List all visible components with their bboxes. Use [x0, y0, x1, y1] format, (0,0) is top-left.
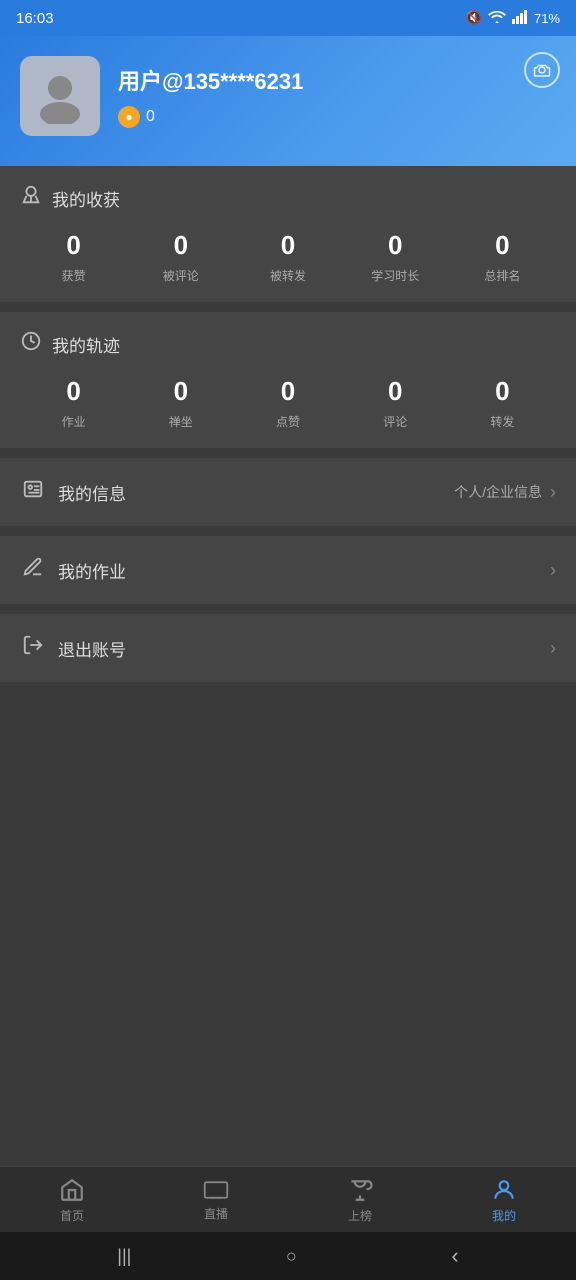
back-button[interactable]: ‹ — [451, 1243, 458, 1269]
chevron-right-icon: › — [550, 482, 556, 503]
camera-button[interactable] — [524, 52, 560, 88]
achievements-icon — [20, 184, 42, 212]
achievements-title: 我的收获 — [20, 184, 556, 212]
mine-icon-wrap — [491, 1177, 517, 1203]
stat-study-time: 0 学习时长 — [342, 230, 449, 284]
my-homework-left: 我的作业 — [20, 556, 126, 584]
stat-study-value: 0 — [388, 230, 402, 261]
status-icons: 🔇 71% — [466, 10, 560, 27]
stat-study-label: 学习时长 — [371, 267, 419, 284]
traj-meditation: 0 禅坐 — [127, 376, 234, 430]
stat-reposts-label: 被转发 — [270, 267, 306, 284]
traj-reposts: 0 转发 — [449, 376, 556, 430]
nav-home[interactable]: 首页 — [0, 1177, 144, 1224]
my-info-sublabel: 个人/企业信息 — [454, 482, 542, 502]
status-bar: 16:03 🔇 71% — [0, 0, 576, 36]
chevron-right-icon3: › — [550, 638, 556, 659]
rank-icon-wrap — [347, 1177, 373, 1203]
user-icon — [491, 1177, 517, 1203]
battery-text: 71% — [534, 11, 560, 26]
nav-live[interactable]: 直播 — [144, 1179, 288, 1222]
stat-reposts: 0 被转发 — [234, 230, 341, 284]
homework-icon — [20, 556, 46, 584]
live-icon-wrap — [203, 1179, 229, 1201]
stat-rank-label: 总排名 — [484, 267, 520, 284]
recent-apps-button[interactable]: ||| — [117, 1246, 131, 1267]
logout-section[interactable]: 退出账号 › — [0, 614, 576, 682]
trajectory-label: 我的轨迹 — [52, 332, 120, 357]
profile-username: 用户@135****6231 — [118, 64, 556, 96]
home-icon-wrap — [59, 1177, 85, 1203]
bottom-nav: 首页 直播 上榜 我的 — [0, 1166, 576, 1232]
stat-likes: 0 获赞 — [20, 230, 127, 284]
my-homework-right: › — [550, 560, 556, 581]
trophy-icon — [347, 1177, 373, 1203]
stat-comments-label: 被评论 — [163, 267, 199, 284]
profile-header: 用户@135****6231 ● 0 — [0, 36, 576, 166]
my-info-left: 我的信息 — [20, 478, 126, 506]
my-homework-row[interactable]: 我的作业 › — [0, 536, 576, 604]
profile-coins: ● 0 — [118, 106, 556, 128]
home-button[interactable]: ○ — [286, 1246, 297, 1267]
logout-label: 退出账号 — [58, 636, 126, 661]
traj-homework: 0 作业 — [20, 376, 127, 430]
achievements-stats: 0 获赞 0 被评论 0 被转发 0 学习时长 0 总排名 — [20, 230, 556, 284]
tv-icon — [203, 1179, 229, 1201]
my-homework-section[interactable]: 我的作业 › — [0, 536, 576, 604]
wifi-icon — [488, 10, 506, 27]
logout-row[interactable]: 退出账号 › — [0, 614, 576, 682]
stat-comments-value: 0 — [174, 230, 188, 261]
achievements-label: 我的收获 — [52, 186, 120, 211]
my-homework-label: 我的作业 — [58, 558, 126, 583]
trajectory-icon — [20, 330, 42, 358]
traj-comments: 0 评论 — [342, 376, 449, 430]
mute-icon: 🔇 — [466, 10, 482, 26]
nav-mine-label: 我的 — [492, 1207, 516, 1224]
traj-likes: 0 点赞 — [234, 376, 341, 430]
trajectory-title: 我的轨迹 — [20, 330, 556, 358]
nav-mine[interactable]: 我的 — [432, 1177, 576, 1224]
my-info-label: 我的信息 — [58, 480, 126, 505]
coin-value: 0 — [146, 108, 155, 126]
achievements-section: 我的收获 0 获赞 0 被评论 0 被转发 0 学习时长 0 总排名 — [0, 166, 576, 302]
stat-likes-label: 获赞 — [62, 267, 86, 284]
status-time: 16:03 — [16, 10, 54, 27]
my-info-right: 个人/企业信息 › — [454, 482, 556, 503]
empty-area — [0, 692, 576, 1166]
trajectory-section: 我的轨迹 0 作业 0 禅坐 0 点赞 0 评论 0 转发 — [0, 312, 576, 448]
nav-live-label: 直播 — [204, 1205, 228, 1222]
stat-rank: 0 总排名 — [449, 230, 556, 284]
signal-icon — [512, 10, 528, 27]
logout-right: › — [550, 638, 556, 659]
coin-icon: ● — [118, 106, 140, 128]
my-info-section[interactable]: 我的信息 个人/企业信息 › — [0, 458, 576, 526]
system-nav-bar: ||| ○ ‹ — [0, 1232, 576, 1280]
trajectory-stats: 0 作业 0 禅坐 0 点赞 0 评论 0 转发 — [20, 376, 556, 430]
chevron-right-icon2: › — [550, 560, 556, 581]
stat-likes-value: 0 — [66, 230, 80, 261]
my-info-row[interactable]: 我的信息 个人/企业信息 › — [0, 458, 576, 526]
nav-rank[interactable]: 上榜 — [288, 1177, 432, 1224]
logout-left: 退出账号 — [20, 634, 126, 662]
profile-info: 用户@135****6231 ● 0 — [118, 64, 556, 128]
stat-comments: 0 被评论 — [127, 230, 234, 284]
stat-reposts-value: 0 — [281, 230, 295, 261]
stat-rank-value: 0 — [495, 230, 509, 261]
avatar[interactable] — [20, 56, 100, 136]
nav-rank-label: 上榜 — [348, 1207, 372, 1224]
info-icon — [20, 478, 46, 506]
nav-home-label: 首页 — [60, 1207, 84, 1224]
logout-icon — [20, 634, 46, 662]
home-icon — [59, 1177, 85, 1203]
